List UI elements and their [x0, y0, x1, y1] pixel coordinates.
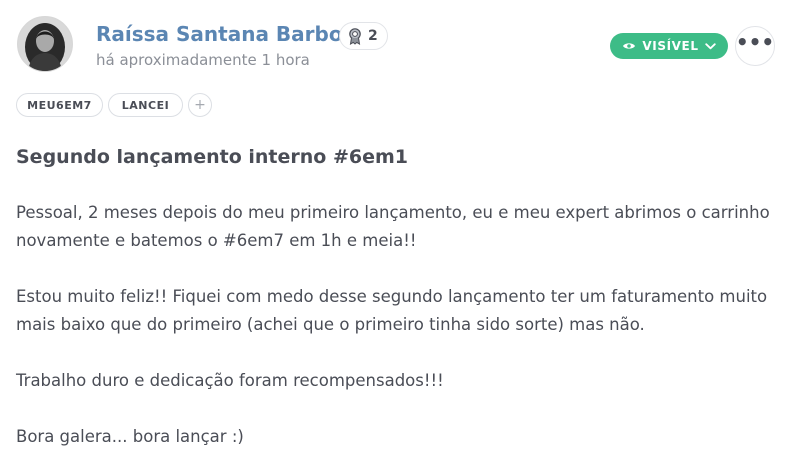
add-tag-button[interactable]: +: [188, 93, 212, 117]
eye-icon: [623, 43, 636, 49]
post-paragraph: Estou muito feliz!! Fiquei com medo dess…: [16, 287, 768, 334]
visibility-label: VISÍVEL: [642, 39, 699, 53]
post-timestamp: há aproximadamente 1 hora: [96, 51, 310, 69]
plus-icon: +: [194, 97, 206, 113]
more-horizontal-icon: •••: [735, 30, 775, 54]
tag-chip[interactable]: MEU6EM7: [16, 93, 103, 117]
post-title: Segundo lançamento interno #6em1: [16, 146, 409, 168]
avatar-photo: [18, 17, 72, 71]
avatar[interactable]: [17, 16, 73, 72]
more-options-button[interactable]: •••: [735, 26, 775, 66]
reputation-badge[interactable]: 2: [339, 22, 388, 50]
award-ribbon-icon: [349, 28, 361, 45]
author-name[interactable]: Raíssa Santana Barbosa: [96, 22, 368, 46]
visibility-dropdown-button[interactable]: VISÍVEL: [610, 33, 728, 59]
post-paragraph: Pessoal, 2 meses depois do meu primeiro …: [16, 203, 770, 250]
post-paragraph: Bora galera... bora lançar :): [16, 427, 244, 446]
tag-chip[interactable]: LANCEI: [108, 93, 183, 117]
post-card: Raíssa Santana Barbosa 2 há aproximadame…: [0, 0, 791, 456]
chevron-down-icon: [704, 42, 716, 49]
post-paragraph: Trabalho duro e dedicação foram recompen…: [16, 371, 444, 390]
badge-count: 2: [368, 28, 378, 44]
